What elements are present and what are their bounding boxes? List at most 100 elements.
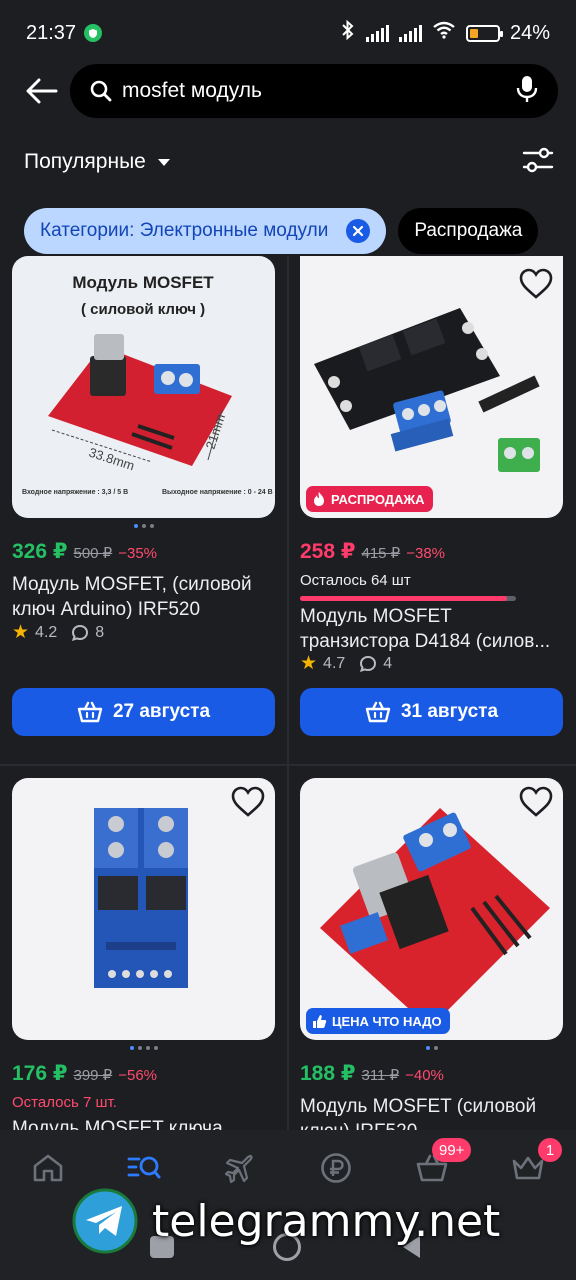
- ruble-icon: [321, 1153, 351, 1183]
- search-input[interactable]: mosfet модуль: [70, 64, 558, 118]
- delivery-date: 31 августа: [400, 701, 499, 722]
- price-row: 188 ₽ 311 ₽ −40%: [300, 1061, 444, 1086]
- watermark-text: telegrammy.net: [152, 1195, 501, 1247]
- crown-icon: [512, 1156, 544, 1180]
- product-title[interactable]: Модуль MOSFET ключа: [12, 1116, 276, 1130]
- sort-row: Популярные: [24, 140, 554, 184]
- tab-travel[interactable]: [220, 1148, 260, 1188]
- search-row: mosfet модуль: [0, 64, 576, 118]
- discount: −35%: [118, 545, 158, 562]
- price: 176 ₽: [12, 1062, 68, 1085]
- reviews-count: 8: [95, 623, 105, 641]
- comment-icon: [360, 655, 377, 672]
- rating-value: 4.2: [35, 623, 58, 641]
- image-carousel-dots: [12, 524, 275, 528]
- product-card[interactable]: Модуль MOSFET ( силовой ключ ) 33.8mm 21…: [12, 256, 276, 756]
- product-grid: Модуль MOSFET ( силовой ключ ) 33.8mm 21…: [0, 256, 576, 1130]
- image-carousel-dots: [12, 1046, 275, 1050]
- divider: [287, 256, 289, 1130]
- image-note: Входное напряжение : 3,3 / 5 В: [22, 489, 128, 496]
- image-note: Выходное напряжение : 0 - 24 В: [162, 489, 273, 496]
- product-title[interactable]: Модуль MOSFET (силовой ключ) IRF520: [300, 1094, 564, 1130]
- cart-icon: [77, 701, 103, 723]
- price: 326 ₽: [12, 540, 68, 563]
- add-to-cart-button[interactable]: 27 августа: [12, 688, 275, 736]
- old-price: 311 ₽: [361, 1067, 400, 1084]
- battery-fill: [469, 28, 478, 38]
- battery-percent: 24%: [509, 21, 550, 44]
- heart-icon[interactable]: [230, 786, 266, 820]
- discount: −56%: [118, 1067, 158, 1084]
- image-caption: Модуль MOSFET: [72, 273, 214, 292]
- divider: [0, 764, 576, 766]
- star-icon: ★: [12, 622, 30, 643]
- thumbs-up-icon: [313, 1014, 327, 1028]
- old-price: 415 ₽: [361, 545, 401, 562]
- product-title[interactable]: Модуль MOSFET транзистора D4184 (силов..…: [300, 604, 564, 654]
- sort-dropdown[interactable]: Популярные: [24, 150, 146, 174]
- chevron-down-icon[interactable]: [157, 158, 170, 166]
- cart-icon: [365, 701, 391, 723]
- stock-left: Осталось 7 шт.: [12, 1094, 117, 1111]
- filter-sliders-icon: [522, 147, 554, 172]
- product-title[interactable]: Модуль MOSFET, (силовой ключ Arduino) IR…: [12, 572, 276, 622]
- stock-progress: [300, 596, 516, 601]
- telegram-logo-icon: [72, 1188, 138, 1254]
- heart-icon[interactable]: [518, 268, 554, 302]
- arrow-left-icon: [26, 78, 58, 104]
- price-row: 326 ₽ 500 ₽ −35%: [12, 539, 157, 564]
- badge-label: РАСПРОДАЖА: [331, 491, 425, 507]
- wifi-icon: [432, 21, 456, 45]
- product-image[interactable]: Модуль MOSFET ( силовой ключ ) 33.8mm 21…: [12, 256, 275, 518]
- reviews-count: 4: [383, 654, 393, 672]
- airplane-icon: [224, 1154, 253, 1184]
- rating-row: ★ 4.7 4: [300, 652, 392, 675]
- battery-icon: [465, 24, 503, 42]
- sale-badge: РАСПРОДАЖА: [306, 486, 433, 512]
- badge-label: ЦЕНА ЧТО НАДО: [332, 1013, 442, 1029]
- home-icon: [33, 1154, 63, 1182]
- back-button[interactable]: [22, 74, 62, 108]
- close-icon[interactable]: [346, 219, 371, 243]
- clock: 21:37: [26, 21, 77, 44]
- signal-icon-2: [398, 24, 422, 42]
- status-bar: 21:37 24%: [0, 0, 576, 66]
- stock-progress-fill: [300, 596, 508, 601]
- heart-icon[interactable]: [518, 786, 554, 820]
- tab-catalog[interactable]: [124, 1148, 164, 1188]
- comment-icon: [72, 624, 89, 641]
- bluetooth-icon: [340, 19, 356, 46]
- search-icon: [90, 80, 112, 102]
- microphone-icon[interactable]: [516, 75, 538, 108]
- chip-category-label: Категории: Электронные модули: [40, 220, 329, 241]
- filter-chips: Категории: Электронные модули Распродажа: [24, 208, 539, 254]
- product-card[interactable]: ЦЕНА ЧТО НАДО 188 ₽ 311 ₽ −40% Модуль MO…: [300, 778, 564, 1130]
- product-card[interactable]: РАСПРОДАЖА 258 ₽ 415 ₽ −38% Осталось 64 …: [300, 256, 564, 756]
- search-query: mosfet модуль: [122, 79, 262, 102]
- delivery-date: 27 августа: [112, 701, 211, 722]
- image-carousel-dots: [300, 1046, 563, 1050]
- promo-badge: ЦЕНА ЧТО НАДО: [306, 1008, 450, 1034]
- fire-icon: [314, 492, 324, 506]
- rating-row: ★ 4.2 8: [12, 621, 104, 644]
- filters-button[interactable]: [522, 145, 554, 180]
- tab-finance[interactable]: [316, 1148, 356, 1188]
- price: 188 ₽: [300, 1062, 356, 1085]
- price: 258 ₽: [300, 540, 356, 563]
- chip-category[interactable]: Категории: Электронные модули: [24, 208, 387, 254]
- catalog-search-icon: [127, 1156, 161, 1179]
- old-price: 399 ₽: [73, 1067, 113, 1084]
- discount: −38%: [406, 545, 446, 562]
- discount: −40%: [405, 1067, 444, 1084]
- premium-count-badge: 1: [538, 1138, 562, 1162]
- chip-sale[interactable]: Распродажа: [398, 208, 539, 254]
- add-to-cart-button[interactable]: 31 августа: [300, 688, 563, 736]
- signal-icon: [365, 24, 389, 42]
- price-row: 176 ₽ 399 ₽ −56%: [12, 1061, 157, 1086]
- price-row: 258 ₽ 415 ₽ −38%: [300, 539, 445, 564]
- rating-value: 4.7: [323, 654, 346, 672]
- tab-home[interactable]: [28, 1148, 68, 1188]
- product-card[interactable]: 176 ₽ 399 ₽ −56% Осталось 7 шт. Модуль M…: [12, 778, 276, 1130]
- old-price: 500 ₽: [73, 545, 113, 562]
- star-icon: ★: [300, 653, 318, 674]
